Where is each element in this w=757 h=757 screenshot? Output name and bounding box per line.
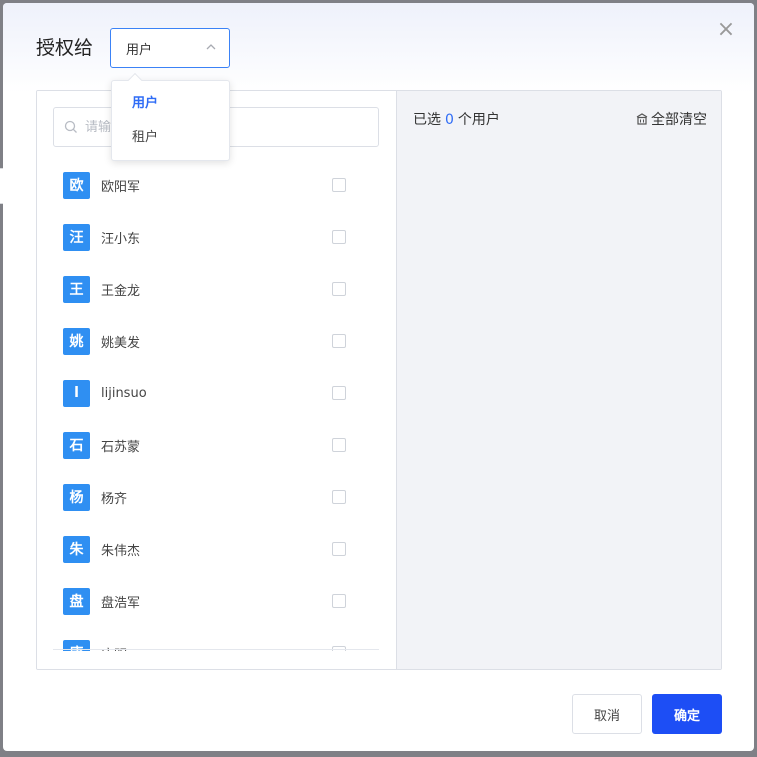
user-name: 杨齐 [101, 491, 128, 507]
user-list-panel: 欧欧阳军汪汪小东王王金龙姚姚美发llijinsuo石石苏蒙杨杨齐朱朱伟杰盘盘浩军… [37, 91, 396, 669]
avatar: 盘 [63, 587, 90, 615]
user-checkbox[interactable] [332, 594, 346, 608]
user-list-item[interactable]: 石石苏蒙 [37, 419, 396, 471]
grant-type-select-value: 用户 [126, 42, 153, 58]
avatar: 朱 [63, 535, 90, 563]
avatar: 汪 [63, 223, 90, 251]
user-list-item[interactable]: 盘盘浩军 [37, 575, 396, 627]
dropdown-option-tenant[interactable]: 租户 [112, 121, 229, 155]
user-name: 朱伟杰 [101, 543, 141, 559]
user-list-item[interactable]: l lijinsuo [37, 367, 396, 419]
user-list-item[interactable]: 汪汪小东 [37, 211, 396, 263]
user-name: 王金龙 [101, 283, 141, 299]
user-checkbox[interactable] [332, 438, 346, 452]
cancel-button[interactable]: 取消 [572, 694, 642, 734]
avatar: 杨 [63, 483, 90, 511]
search-icon [64, 120, 77, 133]
user-list-item[interactable]: 朱朱伟杰 [37, 523, 396, 575]
user-list: 欧欧阳军汪汪小东王王金龙姚姚美发 l lijinsuo 石石苏蒙杨杨齐朱朱伟杰盘盘浩军… [37, 159, 396, 651]
user-list-item[interactable]: 姚姚美发 [37, 315, 396, 367]
close-icon[interactable]: × [716, 19, 736, 41]
selected-count: 0 [445, 112, 454, 128]
list-divider [53, 649, 379, 650]
confirm-button[interactable]: 确定 [652, 694, 722, 734]
user-checkbox[interactable] [332, 542, 346, 556]
selected-panel: 已选 0 个用户 全部清空 [396, 91, 721, 669]
trash-icon [636, 113, 648, 125]
transfer-panel: 欧欧阳军汪汪小东王王金龙姚姚美发llijinsuo石石苏蒙杨杨齐朱朱伟杰盘盘浩军… [36, 90, 722, 670]
user-list-item[interactable]: 杨杨齐 [37, 471, 396, 523]
user-checkbox[interactable] [332, 230, 346, 244]
grant-type-select[interactable]: 用户 [110, 28, 230, 68]
clear-all-label: 全部清空 [651, 112, 707, 128]
avatar: 姚 [63, 327, 90, 355]
user-name: 汪小东 [101, 231, 141, 247]
avatar: 欧 [63, 171, 90, 199]
authorize-dialog: 授权给 × 用户 欧欧阳军汪汪小东王王金龙姚姚美发llijinsuo石石苏蒙杨杨… [3, 3, 754, 751]
selected-suffix: 个用户 [457, 112, 500, 128]
user-checkbox[interactable] [332, 386, 346, 400]
user-name: 石苏蒙 [101, 439, 141, 455]
dialog-title: 授权给 [36, 37, 94, 59]
selected-prefix: 已选 [413, 112, 441, 128]
selected-summary: 已选 0 个用户 [413, 109, 500, 129]
user-name: 欧阳军 [101, 179, 141, 195]
dropdown-option-user[interactable]: 用户 [112, 87, 229, 121]
avatar: 石 [63, 431, 90, 459]
user-list-item[interactable]: 唐唐明 [37, 627, 396, 651]
avatar: 王 [63, 275, 90, 303]
clear-all-button[interactable]: 全部清空 [635, 109, 707, 129]
user-checkbox[interactable] [332, 178, 346, 192]
user-name: 盘浩军 [101, 595, 141, 611]
chevron-up-icon [206, 44, 216, 50]
user-list-item[interactable]: 王王金龙 [37, 263, 396, 315]
user-checkbox[interactable] [332, 334, 346, 348]
user-name: 姚美发 [101, 335, 141, 351]
user-checkbox[interactable] [332, 490, 346, 504]
avatar: l [63, 379, 90, 407]
user-list-item[interactable]: 欧欧阳军 [37, 159, 396, 211]
grant-type-dropdown: 用户 租户 [111, 72, 230, 161]
user-name: lijinsuo [101, 385, 147, 401]
user-checkbox[interactable] [332, 282, 346, 296]
